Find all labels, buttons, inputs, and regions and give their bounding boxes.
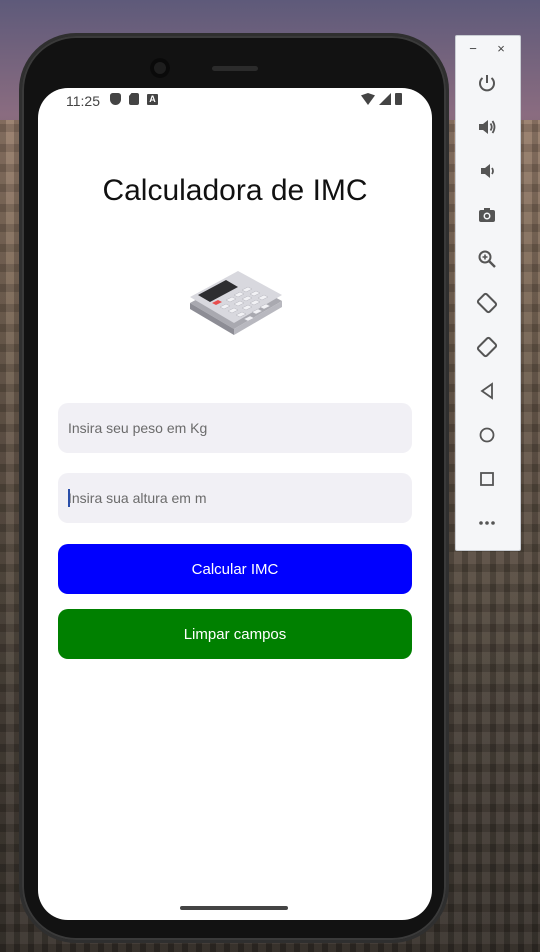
rotate-right-button[interactable]: [474, 334, 500, 360]
status-time: 11:25: [66, 93, 100, 109]
rotate-right-icon: [476, 336, 498, 358]
rotate-left-button[interactable]: [474, 290, 500, 316]
home-gesture-bar[interactable]: [180, 906, 288, 910]
notification-icons: A: [110, 93, 158, 105]
home-button[interactable]: [474, 422, 500, 448]
sd-card-icon: [129, 93, 139, 105]
front-camera: [150, 58, 170, 78]
wifi-icon: [361, 93, 375, 105]
system-status-icons: [361, 93, 402, 105]
volume-up-button[interactable]: [474, 114, 500, 140]
back-icon: [480, 382, 493, 400]
shield-icon: [110, 93, 121, 105]
accessibility-a-icon: A: [147, 93, 158, 105]
calculate-bmi-button[interactable]: Calcular IMC: [58, 544, 412, 594]
volume-down-button[interactable]: [474, 158, 500, 184]
volume-up-icon: [479, 120, 496, 134]
camera-icon: [479, 208, 495, 222]
emulator-control-panel: − ×: [455, 35, 521, 551]
overview-button[interactable]: [474, 466, 500, 492]
phone-screen: 11:25 A Calculadora de IMC Insira seu pe…: [38, 88, 432, 920]
earpiece-speaker: [212, 66, 258, 71]
power-button[interactable]: [474, 70, 500, 96]
volume-down-icon: [481, 164, 494, 178]
phone-frame: 11:25 A Calculadora de IMC Insira seu pe…: [22, 36, 446, 940]
close-button[interactable]: ×: [494, 41, 508, 56]
zoom-button[interactable]: [474, 246, 500, 272]
page-title: Calculadora de IMC: [102, 174, 368, 207]
clear-fields-button[interactable]: Limpar campos: [58, 609, 412, 659]
panel-titlebar: − ×: [456, 36, 520, 62]
weight-input[interactable]: [58, 403, 412, 453]
weight-field[interactable]: [58, 403, 412, 453]
power-icon: [479, 75, 495, 92]
height-input[interactable]: [58, 473, 412, 523]
screenshot-button[interactable]: [474, 202, 500, 228]
zoom-icon: [478, 250, 496, 268]
calculator-icon: [186, 265, 286, 335]
home-icon: [479, 427, 495, 443]
minimize-button[interactable]: −: [466, 41, 480, 56]
battery-icon: [395, 93, 402, 105]
signal-icon: [379, 93, 391, 105]
height-field[interactable]: [58, 473, 412, 523]
status-bar: 11:25 A: [38, 88, 432, 116]
text-cursor: [68, 489, 70, 507]
more-icon: [479, 521, 495, 525]
back-button[interactable]: [474, 378, 500, 404]
rotate-left-icon: [476, 292, 498, 314]
more-button[interactable]: [474, 510, 500, 536]
overview-icon: [480, 472, 494, 486]
